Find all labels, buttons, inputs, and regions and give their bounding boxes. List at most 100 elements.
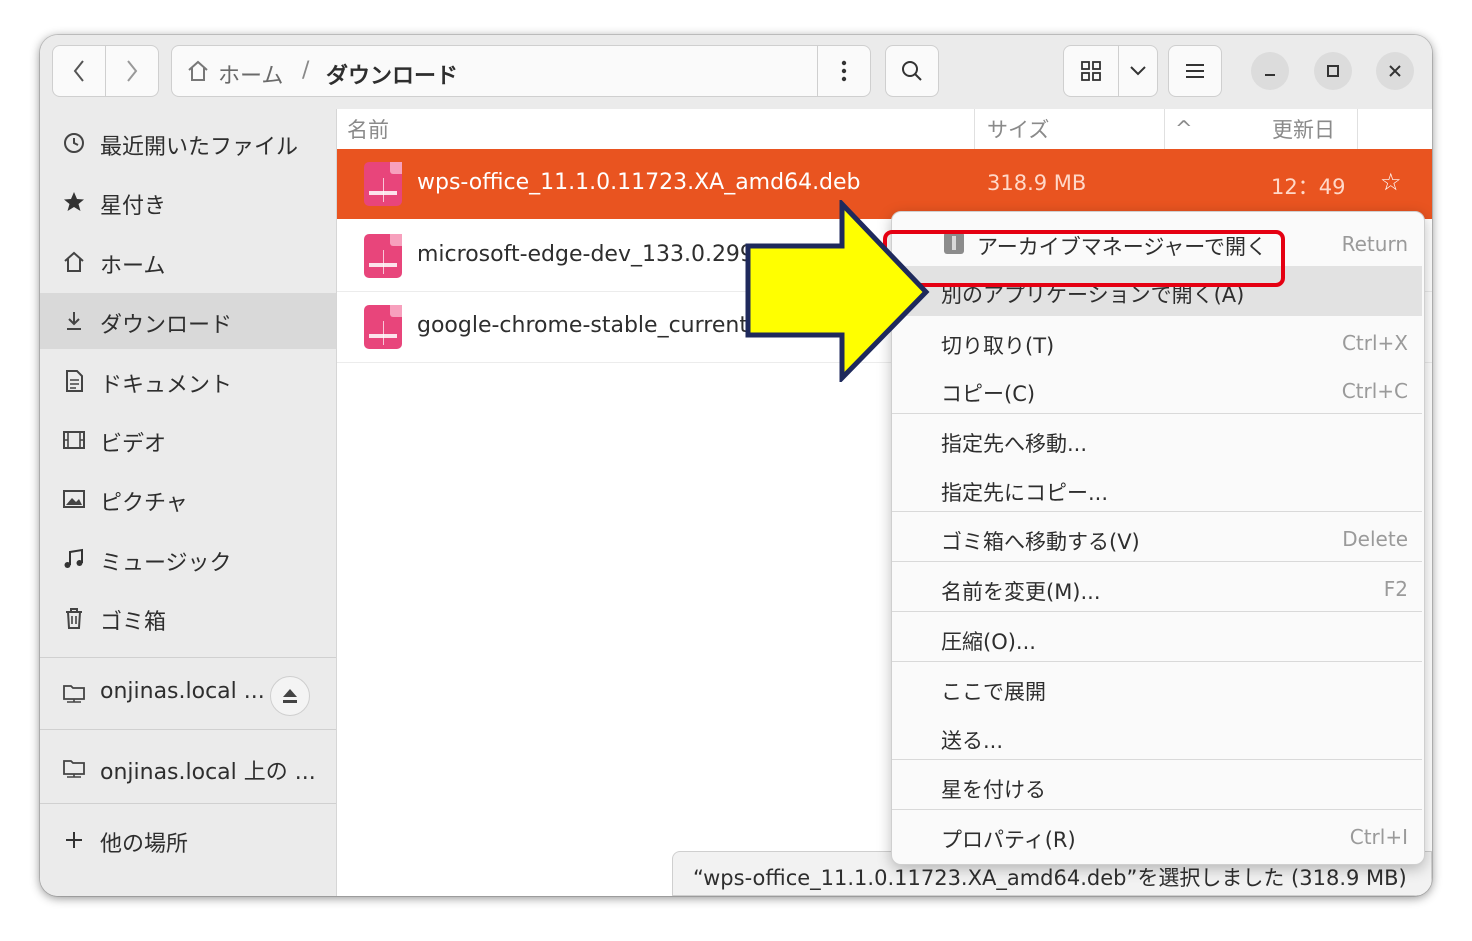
file-modified: 12：49 <box>1271 175 1346 199</box>
column-header-modified-label: 更新日 <box>1272 118 1335 142</box>
path-bar[interactable]: ホーム / ダウンロード <box>171 45 871 97</box>
file-manager-window: ホーム / ダウンロード 最近開いたファイル 星付き ホーム ダウンロード ドキ… <box>40 35 1432 896</box>
sidebar-item-recent[interactable]: 最近開いたファイル <box>40 115 336 171</box>
sidebar-item-trash[interactable]: ゴミ箱 <box>40 590 336 646</box>
minimize-icon <box>1265 74 1275 76</box>
file-name: wps-office_11.1.0.11723.XA_amd64.deb <box>417 170 861 195</box>
video-icon <box>63 431 85 449</box>
sidebar-item-label: 星付き <box>100 194 167 219</box>
menu-separator <box>892 413 1422 414</box>
breadcrumb-home[interactable]: ホーム <box>218 58 283 90</box>
download-icon <box>67 312 81 330</box>
sidebar-divider <box>40 657 336 658</box>
menu-item-copy[interactable]: コピー(C) Ctrl+C <box>892 365 1422 415</box>
column-header-size[interactable]: サイズ <box>987 109 1165 149</box>
chevron-left-icon <box>73 60 84 82</box>
sidebar-item-network-1[interactable]: onjinas.local ... <box>40 665 336 721</box>
menu-item-star[interactable]: 星を付ける <box>892 761 1422 811</box>
menu-item-label: 圧縮(O)... <box>941 630 1036 654</box>
menu-item-label: 星を付ける <box>941 778 1046 802</box>
sidebar-item-pictures[interactable]: ピクチャ <box>40 471 336 527</box>
menu-item-label: 指定先にコピー... <box>941 481 1109 505</box>
menu-item-compress[interactable]: 圧縮(O)... <box>892 613 1422 663</box>
star-icon[interactable]: ☆ <box>1380 168 1402 196</box>
sort-ascending-icon: ^ <box>1175 117 1193 141</box>
hamburger-icon <box>1186 64 1204 78</box>
sidebar-divider <box>40 729 336 730</box>
sidebar-item-starred[interactable]: 星付き <box>40 174 336 230</box>
breadcrumb-separator: / <box>302 58 310 83</box>
sidebar-item-label: 他の場所 <box>100 832 189 857</box>
menu-item-accel: Ctrl+C <box>1341 379 1408 403</box>
sidebar-item-music[interactable]: ミュージック <box>40 531 336 587</box>
sidebar: 最近開いたファイル 星付き ホーム ダウンロード ドキュメント ビデオ ピクチャ <box>40 109 337 896</box>
maximize-button[interactable] <box>1314 52 1352 90</box>
menu-item-move-to-trash[interactable]: ゴミ箱へ移動する(V) Delete <box>892 513 1422 563</box>
back-button[interactable] <box>52 45 106 97</box>
sort-indicator[interactable]: ^ <box>1175 109 1215 149</box>
sidebar-item-label: ダウンロード <box>100 313 233 338</box>
menu-item-accel: Return <box>1341 232 1408 256</box>
sidebar-item-label: ドキュメント <box>100 373 233 398</box>
menu-item-properties[interactable]: プロパティ(R) Ctrl+I <box>892 811 1422 861</box>
forward-button[interactable] <box>105 45 159 97</box>
star-icon <box>64 192 84 211</box>
close-button[interactable] <box>1376 52 1414 90</box>
view-grid-button[interactable] <box>1063 45 1119 97</box>
document-icon <box>66 370 83 392</box>
menu-item-extract-here[interactable]: ここで展開 <box>892 663 1422 713</box>
breadcrumb-current[interactable]: ダウンロード <box>326 58 458 90</box>
column-header-modified[interactable]: 更新日 <box>1272 109 1358 149</box>
menu-item-cut[interactable]: 切り取り(T) Ctrl+X <box>892 317 1422 367</box>
sidebar-item-label: ゴミ箱 <box>100 610 167 635</box>
annotation-arrow-icon <box>745 200 930 382</box>
deb-package-icon <box>364 162 402 206</box>
network-folder-icon <box>63 760 85 778</box>
file-name: google-chrome-stable_current_ <box>417 313 759 338</box>
search-icon <box>902 61 922 81</box>
sidebar-divider <box>40 803 336 804</box>
menu-separator <box>892 611 1422 612</box>
menu-item-label: ゴミ箱へ移動する(V) <box>941 530 1140 554</box>
trash-icon <box>66 608 82 629</box>
path-menu-button[interactable] <box>817 46 870 96</box>
status-text: “wps-office_11.1.0.11723.XA_amd64.deb”を選… <box>693 866 1407 890</box>
header-bar: ホーム / ダウンロード <box>40 35 1432 110</box>
menu-item-label: コピー(C) <box>941 382 1036 406</box>
sidebar-item-network-2[interactable]: onjinas.local 上の ... <box>40 740 336 796</box>
menu-item-label: 指定先へ移動... <box>941 432 1088 456</box>
sidebar-item-label: onjinas.local 上の ... <box>100 760 316 785</box>
sidebar-item-documents[interactable]: ドキュメント <box>40 353 336 409</box>
home-icon <box>186 59 210 87</box>
vertical-dots-icon <box>841 60 847 82</box>
sidebar-item-videos[interactable]: ビデオ <box>40 412 336 468</box>
eject-button[interactable] <box>270 676 310 716</box>
file-name: microsoft-edge-dev_133.0.2992 <box>417 242 768 267</box>
sidebar-item-downloads[interactable]: ダウンロード <box>40 293 336 349</box>
menu-item-label: ここで展開 <box>941 680 1046 704</box>
sidebar-item-label: ミュージック <box>100 551 232 576</box>
column-header-name[interactable]: 名前 <box>347 109 975 149</box>
annotation-highlight-box <box>883 230 1285 287</box>
main-menu-button[interactable] <box>1168 45 1222 97</box>
view-options-button[interactable] <box>1118 45 1158 97</box>
menu-item-label: 送る... <box>941 729 1004 753</box>
menu-item-accel: Ctrl+I <box>1349 825 1408 849</box>
sidebar-item-home[interactable]: ホーム <box>40 234 336 290</box>
menu-item-move-to[interactable]: 指定先へ移動... <box>892 415 1422 465</box>
maximize-icon <box>1327 65 1339 77</box>
sidebar-item-other-places[interactable]: 他の場所 <box>40 812 336 868</box>
file-size: 318.9 MB <box>987 171 1087 195</box>
minimize-button[interactable] <box>1251 52 1289 90</box>
picture-icon <box>63 490 85 508</box>
menu-item-label: プロパティ(R) <box>941 828 1076 852</box>
menu-item-send-to[interactable]: 送る... <box>892 712 1422 762</box>
menu-item-copy-to[interactable]: 指定先にコピー... <box>892 464 1422 514</box>
sidebar-item-label: onjinas.local ... <box>100 679 265 704</box>
sidebar-item-label: ビデオ <box>100 432 167 457</box>
deb-package-icon <box>364 234 402 278</box>
home-icon <box>64 251 84 272</box>
search-button[interactable] <box>885 45 939 97</box>
deb-package-icon <box>364 305 402 349</box>
menu-item-rename[interactable]: 名前を変更(M)... F2 <box>892 563 1422 613</box>
